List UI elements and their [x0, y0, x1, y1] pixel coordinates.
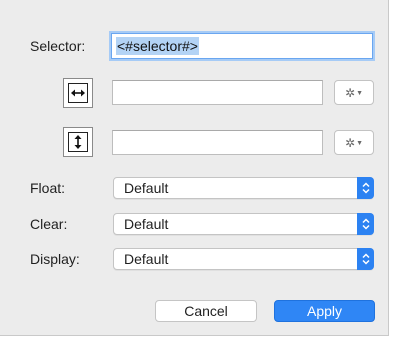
float-value: Default	[124, 180, 169, 196]
apply-button[interactable]: Apply	[274, 300, 375, 322]
updown-chevron-icon	[357, 213, 374, 235]
updown-chevron-icon	[357, 177, 374, 199]
selector-value: <#selector#>	[116, 37, 199, 55]
clear-label: Clear:	[30, 216, 68, 232]
height-options-button[interactable]: ✲ ▼	[334, 130, 374, 155]
float-select[interactable]: Default	[113, 177, 374, 199]
horizontal-resize-icon	[68, 83, 88, 103]
selector-dialog: Selector: <#selector#> ✲ ▼ ✲ ▼ Float: De…	[0, 0, 389, 336]
display-value: Default	[124, 251, 169, 267]
chevron-down-icon: ▼	[356, 139, 363, 147]
selector-label: Selector:	[30, 38, 86, 54]
clear-value: Default	[124, 216, 169, 232]
gear-icon: ✲	[345, 85, 356, 100]
cancel-button[interactable]: Cancel	[155, 300, 257, 322]
width-toggle-button[interactable]	[63, 78, 93, 108]
display-select[interactable]: Default	[113, 248, 374, 270]
selector-input[interactable]: <#selector#>	[111, 33, 373, 59]
chevron-down-icon: ▼	[356, 89, 363, 97]
height-toggle-button[interactable]	[63, 127, 93, 157]
width-options-button[interactable]: ✲ ▼	[334, 80, 374, 105]
vertical-resize-icon	[68, 132, 88, 152]
display-label: Display:	[30, 251, 80, 267]
clear-select[interactable]: Default	[113, 213, 374, 235]
updown-chevron-icon	[357, 248, 374, 270]
height-field[interactable]	[112, 130, 323, 155]
width-field[interactable]	[112, 80, 323, 105]
float-label: Float:	[30, 180, 66, 196]
gear-icon: ✲	[345, 135, 356, 150]
